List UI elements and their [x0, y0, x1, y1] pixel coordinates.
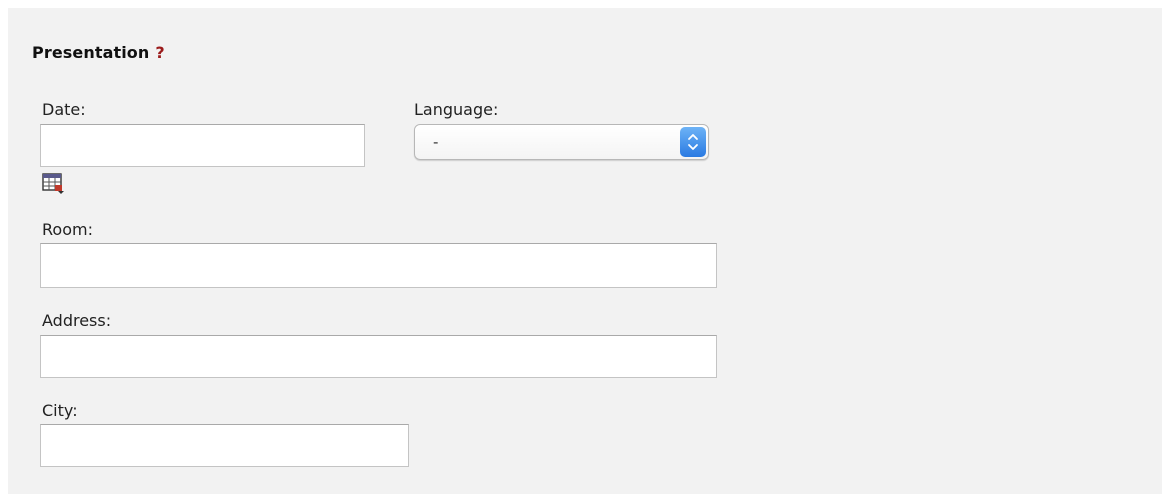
date-label: Date:	[42, 100, 86, 119]
address-field[interactable]	[40, 335, 717, 378]
help-icon[interactable]: ?	[155, 43, 164, 62]
city-field[interactable]	[40, 424, 409, 467]
language-label: Language:	[414, 100, 499, 119]
room-label: Room:	[42, 220, 93, 239]
room-field[interactable]	[40, 243, 717, 288]
address-label: Address:	[42, 311, 112, 330]
chevron-updown-icon	[680, 127, 706, 157]
section-header: Presentation?	[32, 43, 165, 62]
language-select[interactable]: -	[414, 124, 709, 160]
date-field[interactable]	[40, 124, 365, 167]
section-title: Presentation	[32, 43, 150, 62]
city-label: City:	[42, 401, 78, 420]
calendar-icon[interactable]	[42, 172, 66, 194]
language-selected-value: -	[433, 133, 439, 151]
